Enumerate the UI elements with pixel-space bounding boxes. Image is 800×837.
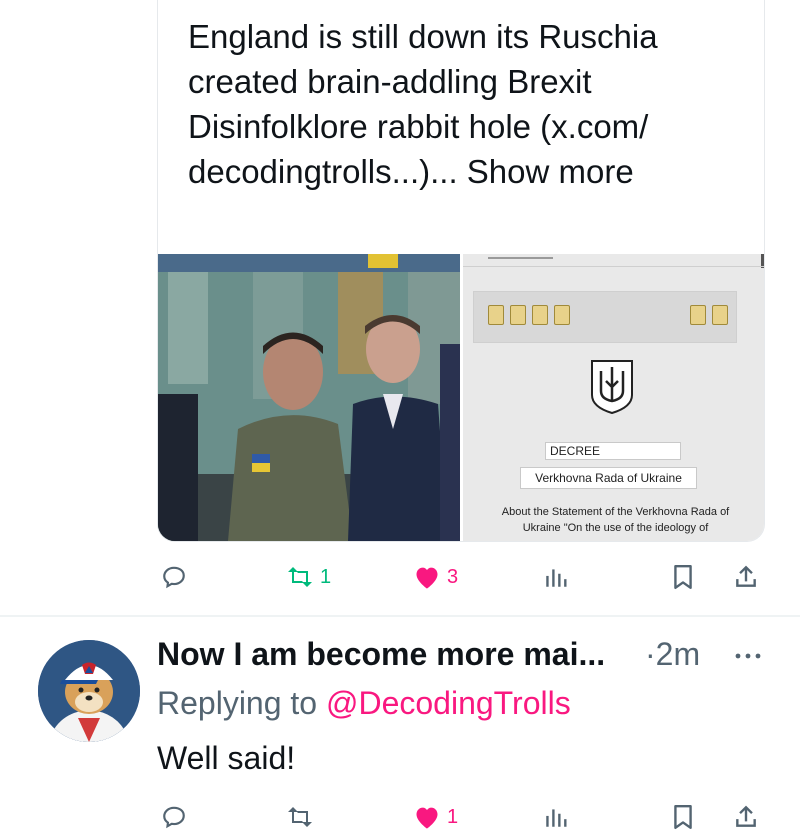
decree-title: Verkhovna Rada of Ukraine: [520, 467, 697, 489]
reply-timestamp[interactable]: ·2m: [645, 636, 700, 673]
section-icon: [712, 305, 728, 325]
reply-icon: [163, 806, 185, 829]
replying-to-handle[interactable]: @DecodingTrolls: [326, 685, 571, 721]
document-image[interactable]: DECREE Verkhovna Rada of Ukraine About t…: [463, 254, 764, 541]
retweet-count: 1: [320, 565, 332, 588]
bookmark-icon: [674, 804, 692, 830]
share-icon: [736, 805, 756, 827]
heart-icon: [416, 567, 438, 589]
like-button[interactable]: 3: [413, 557, 458, 597]
photo-image[interactable]: [158, 254, 460, 541]
bookmark-icon: [674, 564, 692, 590]
reply-icon: [163, 566, 185, 589]
retweet-icon: [288, 567, 312, 587]
like-count: 1: [447, 805, 459, 828]
quoted-tweet-text: England is still down its Ruschia create…: [188, 14, 748, 194]
more-dots-icon: [735, 653, 761, 659]
avatar[interactable]: [38, 640, 140, 742]
analytics-button[interactable]: [543, 557, 569, 597]
analytics-button[interactable]: [543, 797, 569, 837]
tag-icon: [554, 305, 570, 325]
reply-author-name[interactable]: Now I am become more mai...: [157, 636, 605, 673]
separator-dot: ·: [645, 636, 656, 672]
reply-button[interactable]: [161, 797, 187, 837]
share-icon: [736, 565, 756, 587]
reply-time: 2m: [655, 636, 701, 672]
ukraine-trident-icon: [591, 360, 633, 415]
divider: [0, 615, 800, 617]
replying-to-label: Replying to: [157, 685, 318, 721]
bookmark-button[interactable]: [671, 557, 695, 597]
edit-icon: [532, 305, 548, 325]
retweet-button[interactable]: 1: [286, 557, 331, 597]
bookmark-button[interactable]: [671, 797, 695, 837]
tweet-action-bar: 1 3: [0, 557, 800, 597]
document-toolbar: [473, 291, 737, 343]
retweet-icon: [288, 807, 312, 827]
heart-icon: [416, 807, 438, 829]
analytics-icon: [546, 809, 567, 827]
retweet-button[interactable]: [286, 797, 314, 837]
share-button[interactable]: [733, 557, 759, 597]
like-count: 3: [447, 565, 459, 588]
decree-heading: DECREE: [545, 442, 681, 460]
reply-action-bar: 1: [0, 797, 800, 837]
quoted-tweet-media[interactable]: DECREE Verkhovna Rada of Ukraine About t…: [158, 254, 764, 541]
reply-text: Well said!: [157, 740, 296, 776]
bookmark-icon: [510, 305, 526, 325]
like-button[interactable]: 1: [413, 797, 458, 837]
copy-icon: [690, 305, 706, 325]
decree-paragraph: About the Statement of the Verkhovna Rad…: [501, 506, 730, 534]
reply-button[interactable]: [161, 557, 187, 597]
analytics-icon: [546, 569, 567, 587]
show-more-link[interactable]: Show more: [467, 153, 634, 190]
replying-to: Replying to @DecodingTrolls: [157, 685, 571, 722]
more-options-button[interactable]: [733, 646, 763, 666]
save-icon: [488, 305, 504, 325]
quoted-tweet-card[interactable]: England is still down its Ruschia create…: [157, 0, 765, 542]
share-button[interactable]: [733, 797, 759, 837]
